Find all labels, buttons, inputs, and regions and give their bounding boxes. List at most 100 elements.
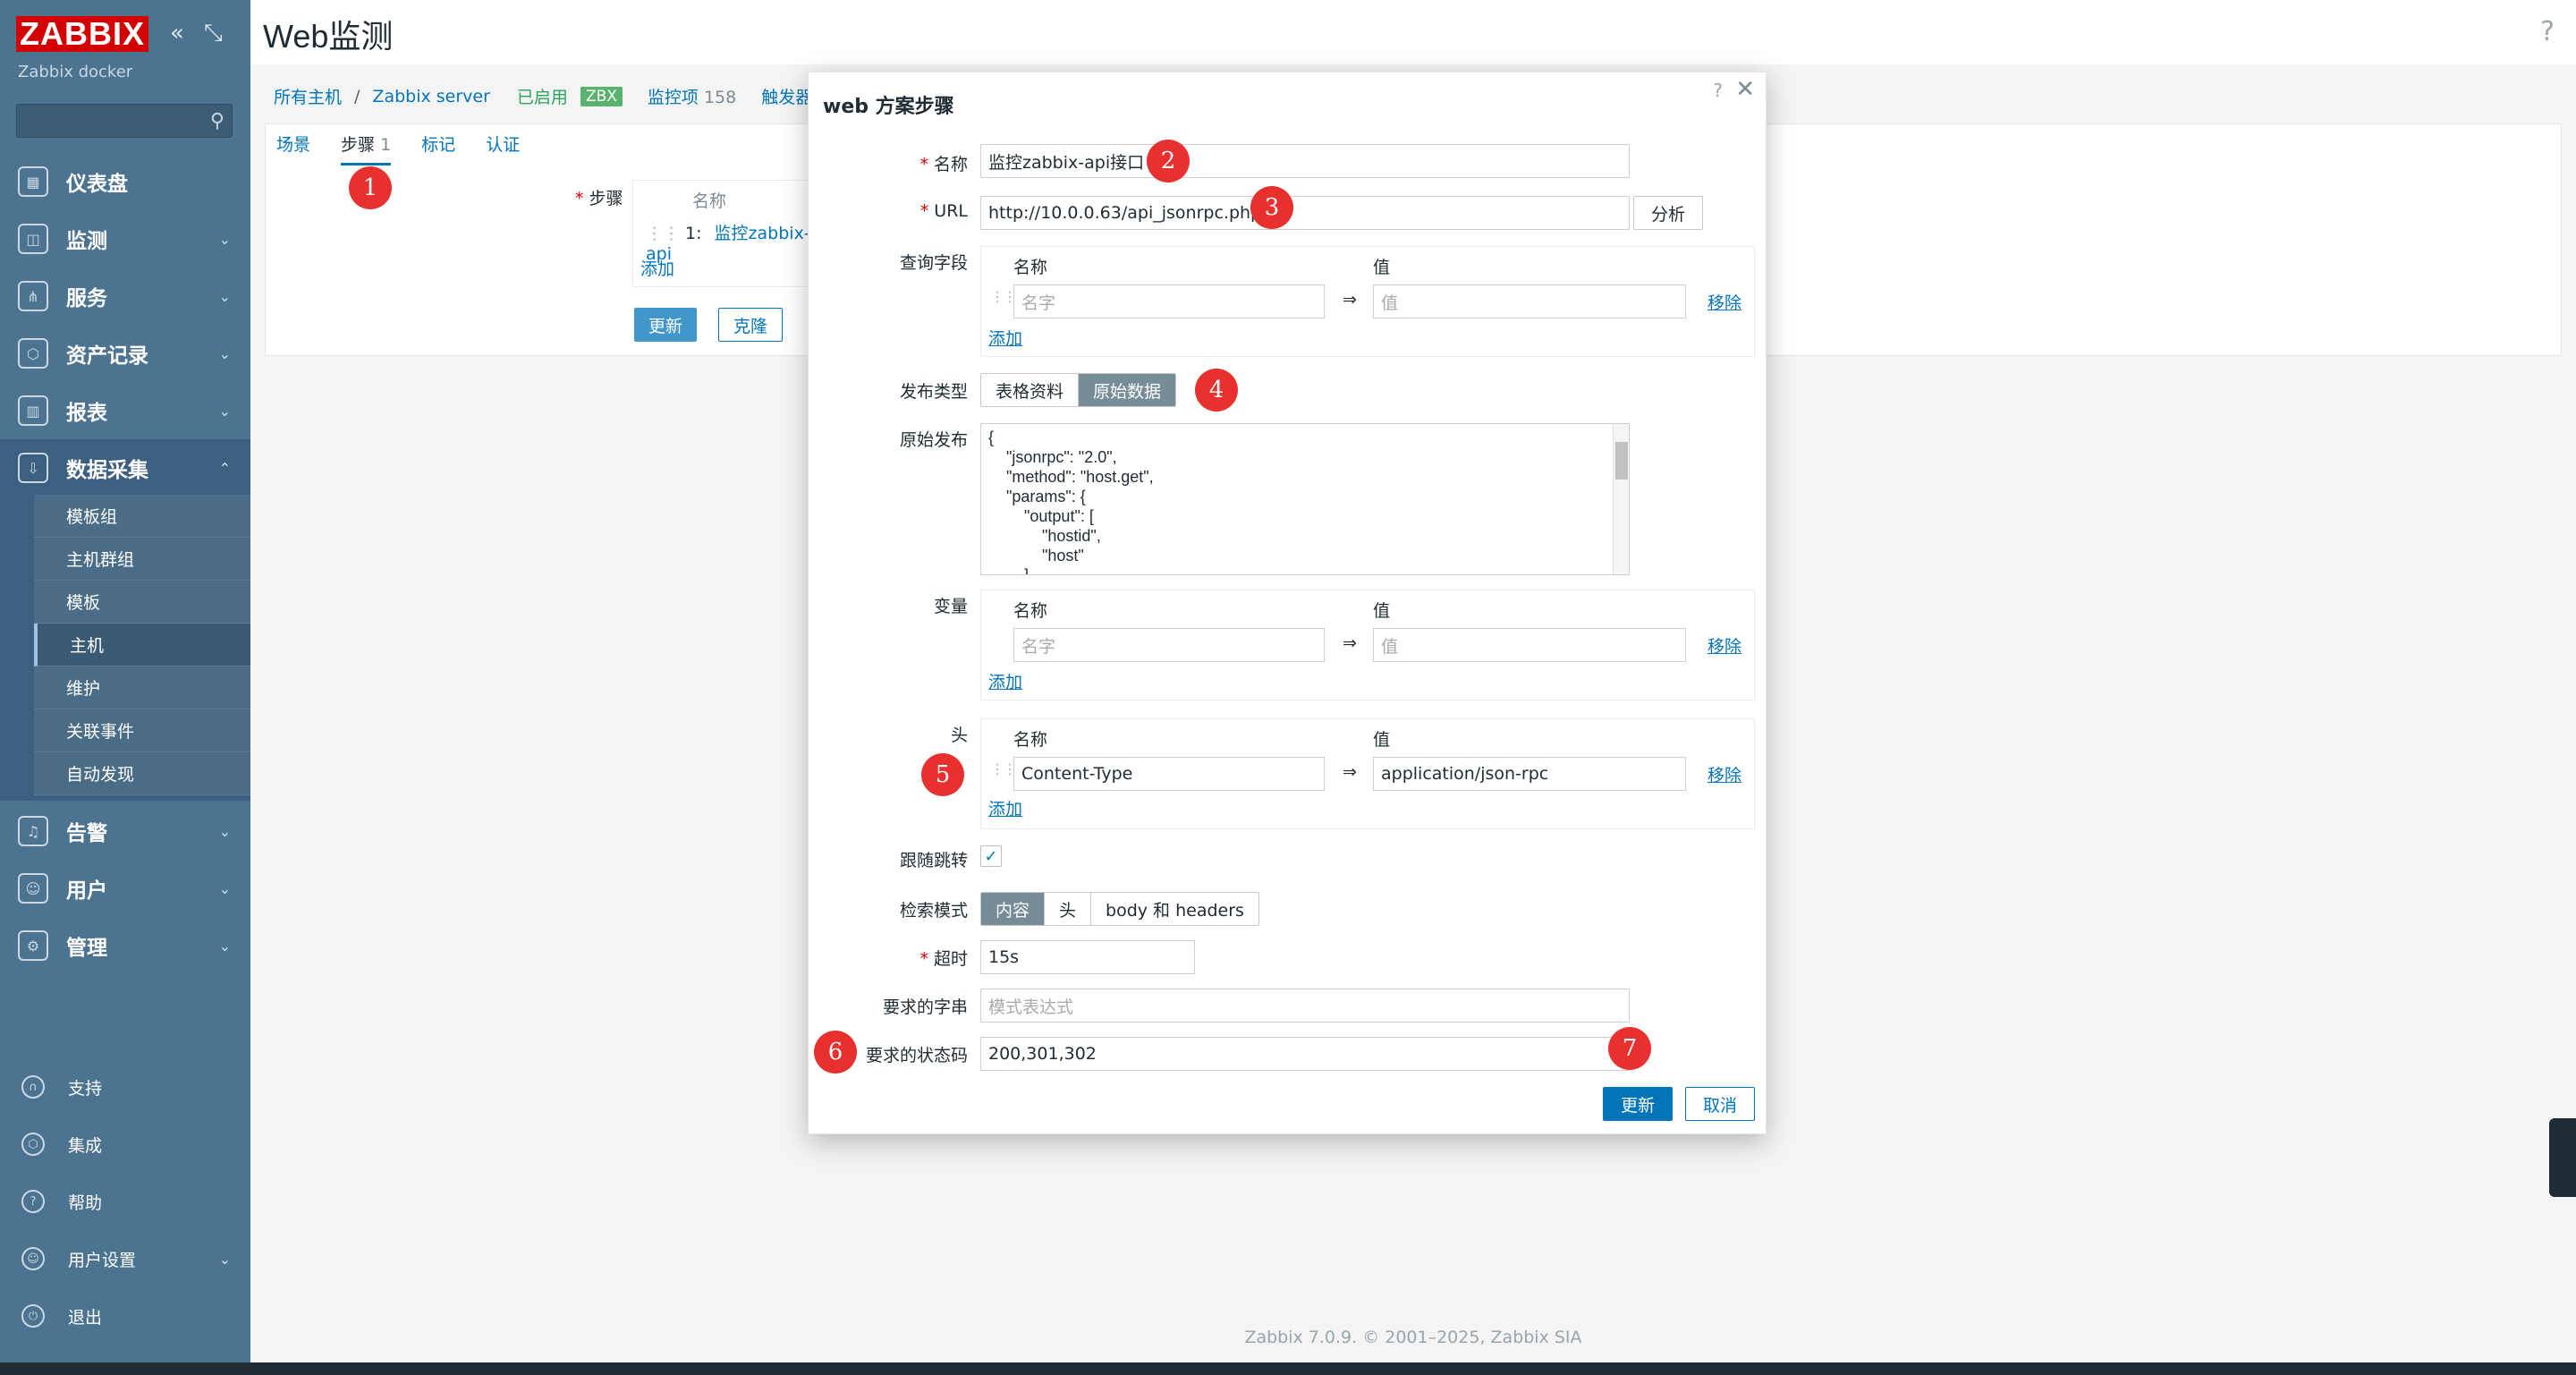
post-type-toggle: 表格资料 原始数据 <box>980 373 1177 407</box>
raw-post-textarea[interactable]: { "jsonrpc": "2.0", "method": "host.get"… <box>980 423 1630 575</box>
menu-services[interactable]: ⋔ 服务 ⌄ <box>0 267 250 325</box>
menu-support[interactable]: ∩ 支持 <box>0 1060 250 1114</box>
post-type-raw-data[interactable]: 原始数据 <box>1079 374 1176 406</box>
add-link[interactable]: 添加 <box>988 669 1022 693</box>
tab-authentication[interactable]: 认证 <box>486 132 520 166</box>
url-field[interactable]: http://10.0.0.63/api_jsonrpc.php <box>980 196 1630 230</box>
footer: Zabbix 7.0.9. © 2001–2025, Zabbix SIA <box>1244 1328 1582 1347</box>
placeholder: 名字 <box>1021 293 1056 313</box>
post-type-form-data[interactable]: 表格资料 <box>981 374 1080 406</box>
triggers-link[interactable]: 触发器 <box>761 84 812 108</box>
retrieve-mode-both[interactable]: body 和 headers <box>1091 893 1258 925</box>
add-step-link[interactable]: 添加 <box>640 256 674 280</box>
menu-administration[interactable]: ⚙ 管理 ⌄ <box>0 917 250 974</box>
side-panel-handle[interactable] <box>2549 1118 2576 1197</box>
menu-inventory[interactable]: ⬡ 资产记录 ⌄ <box>0 325 250 382</box>
cancel-button[interactable]: 取消 <box>1685 1087 1755 1121</box>
menu-users[interactable]: ☺ 用户 ⌄ <box>0 860 250 917</box>
parse-button[interactable]: 分析 <box>1633 196 1703 230</box>
steps-table: 名称 ⋮⋮ 1: 监控zabbix-api 添加 <box>632 180 811 287</box>
query-value-input[interactable]: 值 <box>1373 284 1686 318</box>
tab-steps[interactable]: 步骤 1 <box>341 132 392 166</box>
zabbix-logo[interactable]: ZABBIX <box>16 16 148 52</box>
integrations-icon: ⬡ <box>21 1133 45 1156</box>
tab-scenario[interactable]: 场景 <box>276 132 310 166</box>
breadcrumb-host[interactable]: Zabbix server <box>372 87 490 106</box>
code-line: "method": "host.get", <box>988 468 1154 486</box>
menu-label: 告警 <box>66 822 107 845</box>
menu-user-settings[interactable]: ☺ 用户设置 ⌄ <box>0 1232 250 1286</box>
annotation-marker-6: 6 <box>814 1031 857 1074</box>
header-value-input[interactable]: application/json-rpc <box>1373 757 1686 791</box>
remove-link[interactable]: 移除 <box>1707 762 1741 786</box>
name-label: * 名称 <box>919 155 968 174</box>
submenu-templates[interactable]: 模板 <box>34 581 250 624</box>
scrollbar-thumb[interactable] <box>1615 442 1628 480</box>
follow-redirects-checkbox[interactable]: ✓ <box>980 845 1002 867</box>
reports-icon: ▥ <box>18 395 48 426</box>
drag-handle-icon[interactable]: ⋮⋮ <box>990 288 1017 305</box>
name-field[interactable]: 监控zabbix-api接口 <box>980 144 1630 178</box>
dialog-title: web 方案步骤 <box>823 96 954 118</box>
submenu-discovery[interactable]: 自动发现 <box>34 752 250 795</box>
items-link[interactable]: 监控项 158 <box>648 84 736 108</box>
drag-handle-icon[interactable]: ⋮⋮ <box>990 760 1017 777</box>
retrieve-mode-headers[interactable]: 头 <box>1045 893 1092 925</box>
col-name-header: 名称 <box>1013 730 1048 750</box>
annotation-marker-2: 2 <box>1147 140 1190 182</box>
menu-help[interactable]: ? 帮助 <box>0 1175 250 1228</box>
menu-label: 退出 <box>68 1307 103 1328</box>
menu-dashboard[interactable]: ▦ 仪表盘 <box>0 153 250 210</box>
remove-link[interactable]: 移除 <box>1707 633 1741 658</box>
menu-alerts[interactable]: ♫ 告警 ⌄ <box>0 802 250 860</box>
remove-link[interactable]: 移除 <box>1707 290 1741 314</box>
collapse-sidebar-icon[interactable]: « <box>170 20 184 47</box>
chevron-down-icon: ⌄ <box>218 822 231 840</box>
update-button-bg[interactable]: 更新 <box>634 308 698 342</box>
menu-sign-out[interactable]: ⏻ 退出 <box>0 1289 250 1343</box>
add-link[interactable]: 添加 <box>988 326 1022 350</box>
search-icon[interactable]: ⚲ <box>210 110 225 132</box>
help-icon[interactable]: ? <box>2540 16 2555 47</box>
submenu-template-groups[interactable]: 模板组 <box>34 495 250 538</box>
dashboard-icon: ▦ <box>18 166 48 197</box>
header-name-input[interactable]: Content-Type <box>1013 757 1325 791</box>
menu-integrations[interactable]: ⬡ 集成 <box>0 1117 250 1171</box>
search-input[interactable]: ⚲ <box>16 104 233 138</box>
clone-button[interactable]: 克隆 <box>718 308 784 342</box>
menu-label: 支持 <box>68 1078 103 1099</box>
status-codes-field[interactable]: 200,301,302 <box>980 1037 1630 1071</box>
add-link[interactable]: 添加 <box>988 796 1022 820</box>
menu-reports[interactable]: ▥ 报表 ⌄ <box>0 382 250 439</box>
textarea-scrollbar[interactable] <box>1613 424 1629 574</box>
timeout-field[interactable]: 15s <box>980 940 1195 974</box>
inventory-icon: ⬡ <box>18 338 48 369</box>
tab-tags[interactable]: 标记 <box>421 132 455 166</box>
code-line: "hostid", <box>988 527 1101 545</box>
code-line: "params": { <box>988 488 1086 505</box>
alerts-icon: ♫ <box>18 816 48 846</box>
steps-name-header: 名称 <box>692 191 727 211</box>
breadcrumb-all-hosts[interactable]: 所有主机 <box>274 84 342 108</box>
placeholder: 名字 <box>1021 636 1056 657</box>
submenu-hosts[interactable]: 主机 <box>34 624 250 666</box>
update-button[interactable]: 更新 <box>1603 1087 1673 1121</box>
submenu-event-correlation[interactable]: 关联事件 <box>34 709 250 752</box>
drag-handle-icon[interactable]: ⋮⋮ <box>646 224 680 243</box>
headset-icon: ∩ <box>21 1075 45 1099</box>
required-string-field[interactable]: 模式表达式 <box>980 989 1630 1023</box>
retrieve-mode-body[interactable]: 内容 <box>981 893 1046 925</box>
menu-monitoring[interactable]: ◫ 监测 ⌄ <box>0 210 250 267</box>
kiosk-mode-icon[interactable]: ⤡ <box>204 20 223 47</box>
variable-name-input[interactable]: 名字 <box>1013 628 1325 662</box>
submenu-maintenance[interactable]: 维护 <box>34 666 250 709</box>
help-icon[interactable]: ? <box>1713 80 1723 101</box>
close-icon[interactable]: ✕ <box>1735 76 1755 103</box>
arrow-icon: ⇒ <box>1343 290 1357 310</box>
status-enabled[interactable]: 已启用 <box>517 84 568 108</box>
variable-value-input[interactable]: 值 <box>1373 628 1686 662</box>
step-index: 1: <box>685 224 702 243</box>
submenu-host-groups[interactable]: 主机群组 <box>34 538 250 581</box>
bottom-bar <box>0 1362 2576 1375</box>
query-name-input[interactable]: 名字 <box>1013 284 1325 318</box>
